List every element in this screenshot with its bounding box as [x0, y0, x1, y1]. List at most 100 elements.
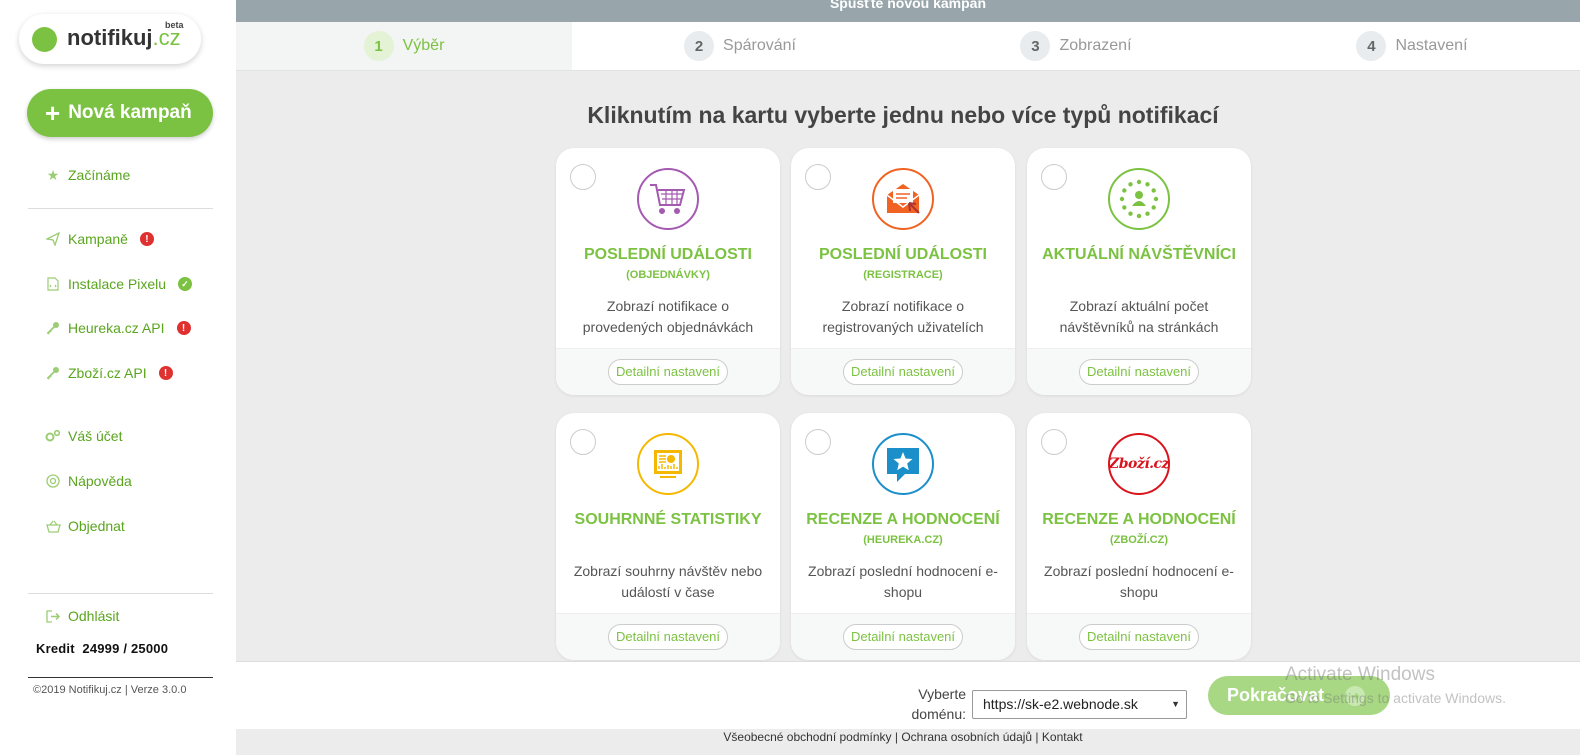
sidebar-item-campaigns[interactable]: Kampaně ! [45, 231, 154, 247]
sidebar-item-heureka-api[interactable]: Heureka.cz API ! [45, 320, 191, 336]
step-select[interactable]: 1 Výběr [236, 22, 572, 70]
zbozi-logo-text: Zboží.cz [1109, 456, 1169, 472]
step-number: 1 [363, 31, 394, 61]
section-heading: Kliknutím na kartu vyberte jednu nebo ví… [587, 102, 1219, 128]
step-display[interactable]: 3 Zobrazení [908, 22, 1244, 70]
terms-link[interactable]: Všeobecné obchodní podmínky [723, 730, 891, 744]
step-number: 3 [1020, 31, 1051, 61]
card-footer: Detailní nastavení [556, 348, 780, 395]
card-description: Zobrazí aktuální počet návštěvníků na st… [1059, 298, 1219, 335]
step-label: Zobrazení [1059, 37, 1132, 54]
statistics-icon [637, 433, 699, 495]
card-description: Zobrazí notifikace o provedených objedná… [582, 298, 754, 335]
paper-plane-icon [45, 231, 61, 247]
card-select-radio[interactable] [1041, 429, 1067, 455]
shopping-cart-icon [637, 168, 699, 230]
step-number: 4 [1356, 31, 1387, 61]
logo[interactable]: notifikuj.cz beta [19, 14, 201, 64]
domain-select-value: https://sk-e2.webnode.sk [983, 696, 1138, 712]
sidebar-divider [28, 593, 213, 594]
plus-icon: + [45, 98, 61, 128]
step-number: 2 [684, 31, 715, 61]
sidebar-divider [28, 677, 213, 678]
sidebar-item-zbozi-api[interactable]: Zboží.cz API ! [45, 365, 173, 381]
detail-settings-button[interactable]: Detailní nastavení [607, 359, 729, 385]
sidebar-item-label: Heureka.cz API [68, 320, 165, 336]
sidebar-item-order[interactable]: Objednat [45, 518, 125, 534]
card-reviews-zbozi[interactable]: Zboží.cz RECENZE A HODNOCENÍ (ZBOŽÍ.CZ) … [1027, 413, 1251, 660]
footer-links: Všeobecné obchodní podmínky | Ochrana os… [723, 730, 1083, 744]
windows-watermark-text: Go to Settings to activate Windows. [1285, 690, 1506, 706]
card-summary-statistics[interactable]: SOUHRNNÉ STATISTIKY Zobrazí souhrny návš… [556, 413, 780, 660]
sidebar-item-help[interactable]: Nápověda [45, 473, 132, 489]
page-title: Spusťte novou kampaň [236, 0, 1580, 22]
sidebar-item-logout[interactable]: Odhlásit [45, 608, 119, 624]
sidebar-item-pixel[interactable]: Instalace Pixelu ✓ [45, 276, 193, 292]
step-settings[interactable]: 4 Nastavení [1244, 22, 1580, 70]
card-select-radio[interactable] [570, 164, 596, 190]
detail-settings-button[interactable]: Detailní nastavení [842, 359, 964, 385]
logo-name: notifikuj [67, 25, 153, 50]
chevron-down-icon: ▼ [1171, 699, 1180, 709]
copyright: ©2019 Notifikuj.cz | Verze 3.0.0 [33, 684, 187, 696]
card-footer: Detailní nastavení [791, 348, 1015, 395]
step-label: Nastavení [1395, 37, 1468, 54]
detail-settings-button[interactable]: Detailní nastavení [1078, 624, 1200, 650]
sidebar-item-getting-started[interactable]: ★ Začínáme [45, 166, 131, 184]
card-footer: Detailní nastavení [556, 613, 780, 660]
file-code-icon [45, 276, 61, 292]
warning-icon: ! [176, 321, 191, 335]
card-select-radio[interactable] [805, 429, 831, 455]
detail-settings-button[interactable]: Detailní nastavení [842, 624, 964, 650]
card-select-radio[interactable] [805, 164, 831, 190]
detail-settings-button[interactable]: Detailní nastavení [1078, 359, 1200, 385]
card-subtitle: (OBJEDNÁVKY) [626, 269, 710, 281]
card-description: Zobrazí poslední hodnocení e-shopu [1044, 563, 1234, 600]
sidebar-item-label: Odhlásit [68, 608, 120, 624]
card-subtitle: (HEUREKA.CZ) [863, 534, 943, 546]
card-footer: Detailní nastavení [1027, 348, 1251, 395]
step-label: Spárování [723, 37, 796, 54]
privacy-link[interactable]: Ochrana osobních údajů [901, 730, 1032, 744]
gears-icon [45, 428, 61, 444]
warning-icon: ! [139, 232, 154, 246]
sidebar-item-account[interactable]: Váš účet [45, 428, 122, 444]
sidebar-item-label: Nápověda [68, 473, 132, 489]
card-title: POSLEDNÍ UDÁLOSTI [583, 246, 752, 263]
envelope-icon [872, 168, 934, 230]
sidebar-item-label: Objednat [68, 518, 125, 534]
card-recent-registrations[interactable]: POSLEDNÍ UDÁLOSTI (REGISTRACE) Zobrazí n… [791, 148, 1015, 395]
key-icon [45, 365, 61, 381]
card-title: AKTUÁLNÍ NÁVŠTĚVNÍCI [1042, 246, 1236, 263]
card-current-visitors[interactable]: AKTUÁLNÍ NÁVŠTĚVNÍCI Zobrazí aktuální po… [1027, 148, 1251, 395]
step-pairing[interactable]: 2 Spárování [572, 22, 908, 70]
card-select-radio[interactable] [570, 429, 596, 455]
card-description: Zobrazí souhrny návštěv nebo událostí v … [573, 563, 763, 600]
card-footer: Detailní nastavení [791, 613, 1015, 660]
contact-link[interactable]: Kontakt [1042, 730, 1083, 744]
card-select-radio[interactable] [1041, 164, 1067, 190]
basket-icon [45, 518, 61, 534]
card-description: Zobrazí notifikace o registrovaných uživ… [822, 298, 984, 335]
card-reviews-heureka[interactable]: RECENZE A HODNOCENÍ (HEUREKA.CZ) Zobrazí… [791, 413, 1015, 660]
sidebar: notifikuj.cz beta + Nová kampaň ★ Začíná… [0, 0, 236, 755]
sidebar-item-label: Kampaně [68, 231, 128, 247]
new-campaign-button[interactable]: + Nová kampaň [27, 89, 213, 137]
lifebuoy-icon [45, 473, 61, 489]
windows-watermark-title: Activate Windows [1285, 664, 1435, 685]
card-title: RECENZE A HODNOCENÍ [1042, 511, 1236, 528]
sign-out-icon [45, 608, 61, 624]
card-subtitle: (REGISTRACE) [863, 269, 943, 281]
warning-icon: ! [158, 366, 173, 380]
step-wizard: 1 Výběr 2 Spárování 3 Zobrazení 4 Nastav… [236, 22, 1580, 71]
sidebar-item-label: Začínáme [68, 167, 131, 183]
detail-settings-button[interactable]: Detailní nastavení [607, 624, 729, 650]
star-icon: ★ [46, 166, 60, 183]
sidebar-divider [28, 208, 213, 209]
beta-tag: beta [165, 20, 184, 30]
card-description: Zobrazí poslední hodnocení e-shopu [808, 563, 998, 600]
visitor-icon [1108, 168, 1170, 230]
card-recent-orders[interactable]: POSLEDNÍ UDÁLOSTI (OBJEDNÁVKY) Zobrazí n… [556, 148, 780, 395]
domain-select[interactable]: https://sk-e2.webnode.sk ▼ [972, 690, 1187, 719]
card-subtitle: (ZBOŽÍ.CZ) [1109, 534, 1169, 546]
